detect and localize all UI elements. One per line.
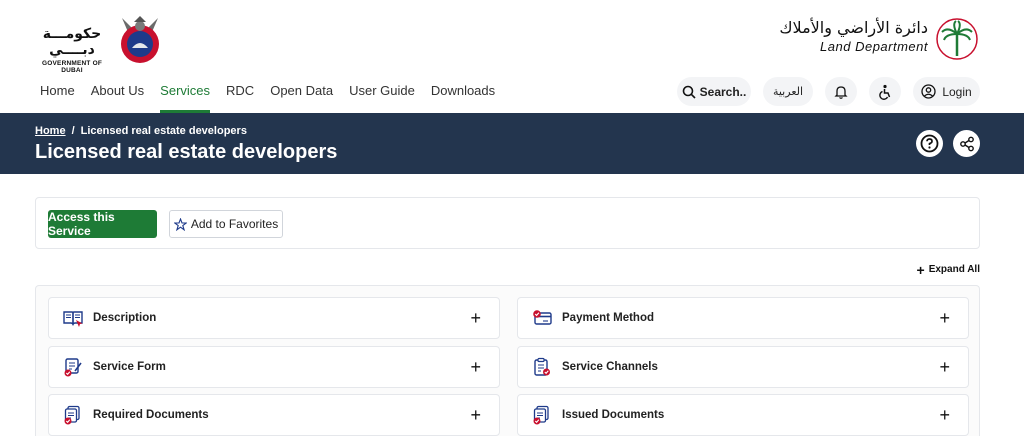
accordion-label: Issued Documents [562,409,665,421]
favorites-label: Add to Favorites [190,217,279,231]
nav-item-user-guide[interactable]: User Guide [341,76,423,113]
plus-icon: + [939,307,950,328]
breadcrumb-separator: / [71,125,75,137]
plus-icon: + [939,356,950,377]
book-icon [63,311,83,327]
form-icon [64,358,82,377]
accordion-label: Required Documents [93,409,209,421]
login-label: Login [942,84,972,99]
accordion-label: Description [93,312,157,324]
language-toggle-button[interactable]: العربية [763,77,813,106]
gov-logo-arabic: حكومـــة دبــــي [42,26,102,58]
star-icon [173,217,187,231]
share-button[interactable] [953,130,980,157]
accessibility-icon [879,84,891,100]
plus-icon: + [470,307,481,328]
login-button[interactable]: Login [913,77,980,106]
service-action-card: Access this Service Add to Favorites [35,197,980,249]
nav-item-services[interactable]: Services [152,76,218,113]
accordion-issued-documents[interactable]: Issued Documents + [517,394,969,436]
accordion-label: Payment Method [562,312,655,324]
accordion-payment-method[interactable]: Payment Method + [517,297,969,339]
notifications-button[interactable] [825,77,857,106]
documents-icon [64,405,80,425]
accordion-service-form[interactable]: Service Form + [48,346,500,388]
page-title: Licensed real estate developers [35,141,338,163]
access-service-button[interactable]: Access this Service [48,210,157,238]
nav-item-about-us[interactable]: About Us [83,76,152,113]
breadcrumb-current: Licensed real estate developers [80,125,247,137]
land-department-logo[interactable]: دائرة الأراضي والأملاك Land Department [779,14,980,64]
site-header: حكومـــة دبــــي GOVERNMENT OF DUBAI دائ… [0,0,1024,113]
search-icon [682,85,696,99]
add-to-favorites-button[interactable]: Add to Favorites [169,210,283,238]
search-label: Search.. [699,84,747,99]
plus-icon: + [916,261,925,278]
payment-card-icon [533,310,552,325]
accordion-description[interactable]: Description + [48,297,500,339]
page-hero: Home / Licensed real estate developers L… [0,113,1024,174]
plus-icon: + [470,356,481,377]
service-details-accordion: Description + Service Form + Required Do… [35,285,980,436]
help-button[interactable] [916,130,943,157]
nav-item-open-data[interactable]: Open Data [262,76,341,113]
accordion-service-channels[interactable]: Service Channels + [517,346,969,388]
expand-all-label: Expand All [928,264,980,275]
issued-documents-icon [533,405,549,425]
dld-logo-arabic: دائرة الأراضي والأملاك [779,18,928,37]
main-nav: Home About Us Services RDC Open Data Use… [40,76,503,113]
accessibility-button[interactable] [869,77,901,106]
bell-icon [834,85,848,99]
share-icon [959,136,974,151]
palm-tree-icon [936,18,978,60]
plus-icon: + [470,404,481,425]
search-button[interactable]: Search.. [677,77,751,106]
dld-logo-english: Land Department [820,39,928,54]
gov-logo-english: GOVERNMENT OF DUBAI [41,60,103,74]
plus-icon: + [939,404,950,425]
breadcrumb: Home / Licensed real estate developers [35,125,247,137]
help-icon [920,134,939,153]
breadcrumb-home-link[interactable]: Home [35,125,66,137]
accordion-required-documents[interactable]: Required Documents + [48,394,500,436]
nav-item-downloads[interactable]: Downloads [423,76,503,113]
nav-item-home[interactable]: Home [40,76,83,113]
government-of-dubai-logo[interactable]: حكومـــة دبــــي GOVERNMENT OF DUBAI [32,12,167,74]
clipboard-icon [534,357,550,376]
user-icon [921,84,936,99]
dubai-emblem-icon [121,16,159,63]
header-actions: Search.. العربية Login [677,77,980,106]
accordion-label: Service Channels [562,361,658,373]
nav-item-rdc[interactable]: RDC [218,76,262,113]
expand-all-button[interactable]: + Expand All [916,261,981,278]
accordion-label: Service Form [93,361,166,373]
